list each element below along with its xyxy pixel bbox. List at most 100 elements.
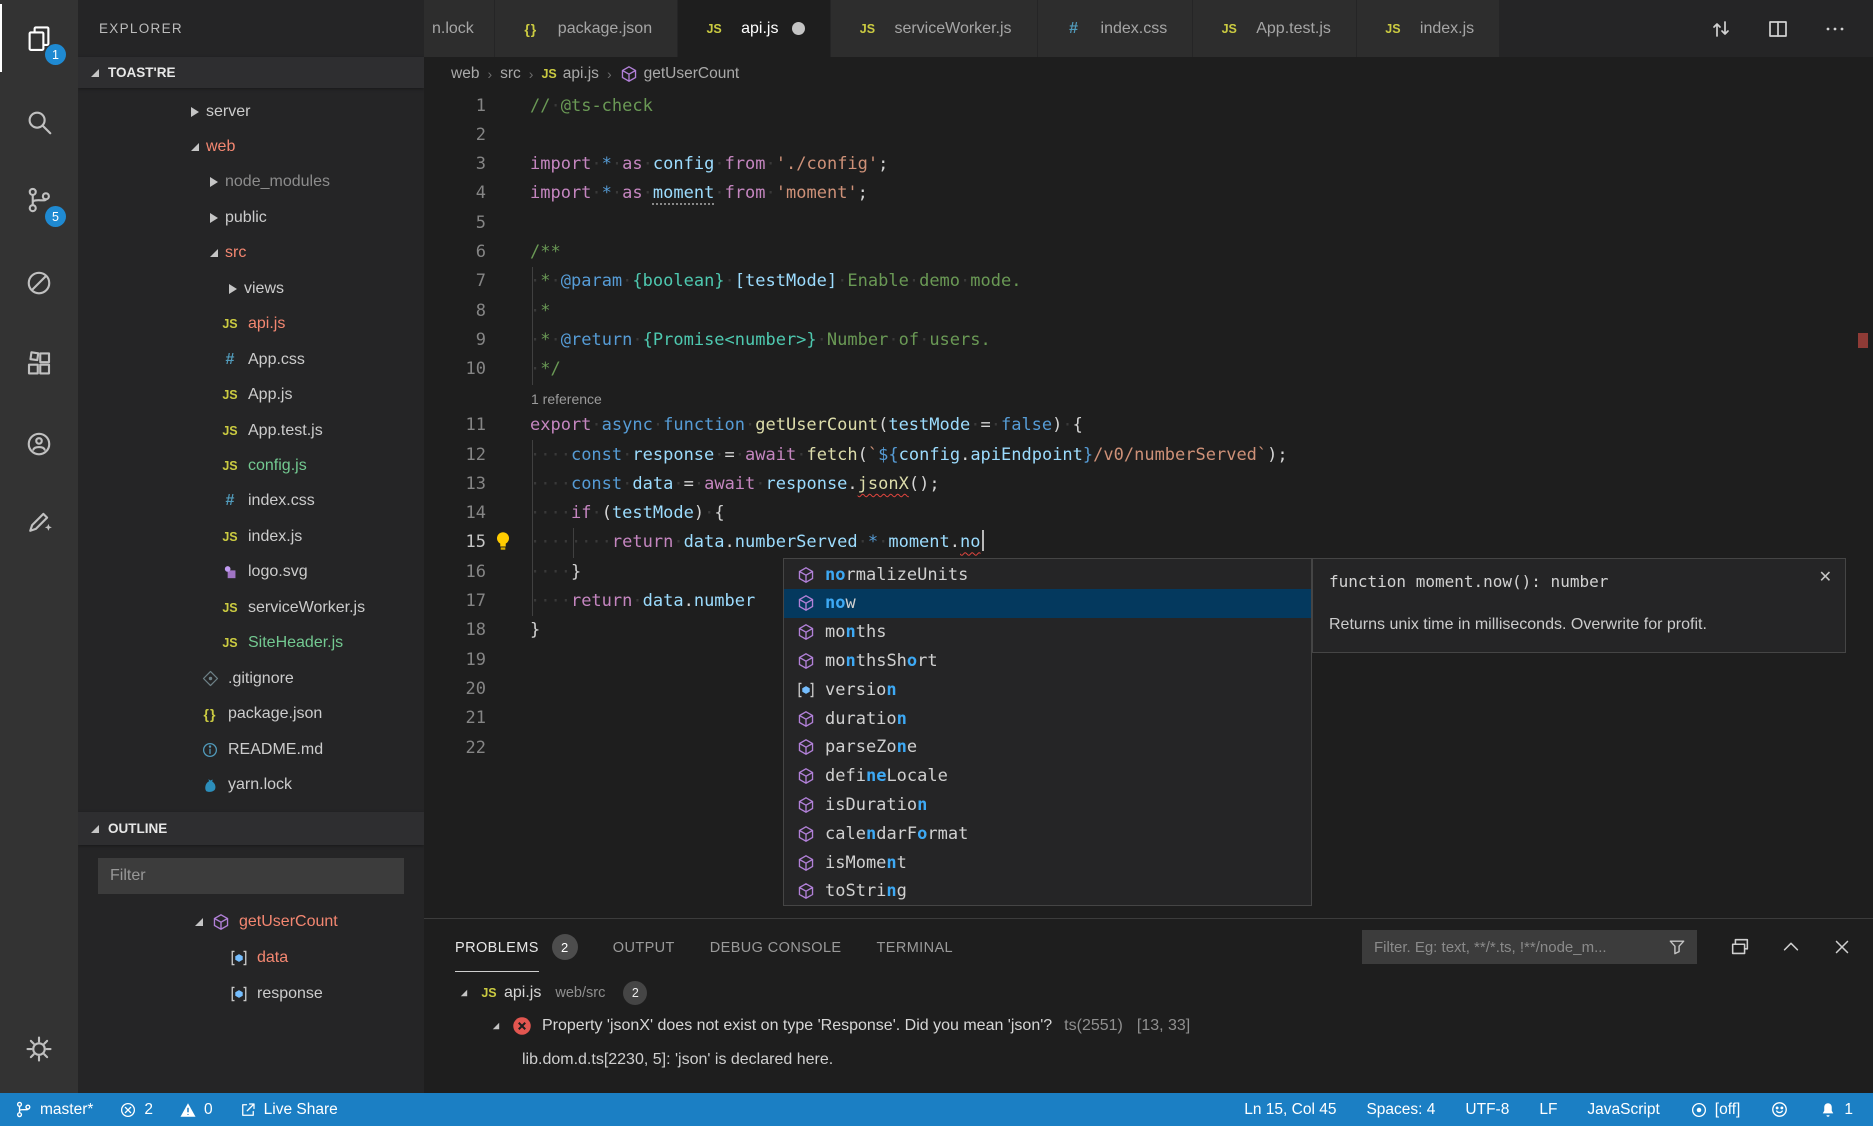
activity-item-source-control[interactable]: 5 [0, 166, 78, 234]
line-number[interactable]: 3 [426, 150, 486, 179]
open-editor-icon[interactable] [1729, 936, 1751, 958]
sidebar-item-App.css[interactable]: #App.css [78, 342, 424, 377]
more-icon[interactable] [1823, 17, 1847, 41]
chevron-up-icon[interactable] [1780, 936, 1802, 958]
line-number[interactable]: 2 [426, 121, 486, 150]
breadcrumb-item-api.js[interactable]: JSapi.js [541, 65, 598, 83]
suggestion-version[interactable]: version [784, 675, 1311, 704]
outline-item-response[interactable]: response [78, 976, 424, 1012]
line-number[interactable]: 5 [426, 209, 486, 238]
close-icon[interactable] [1831, 936, 1853, 958]
sidebar-item-SiteHeader.js[interactable]: JSSiteHeader.jsU [78, 626, 424, 661]
panel-tab-problems[interactable]: PROBLEMS2 [455, 919, 578, 975]
line-number[interactable]: 13 [426, 470, 486, 499]
line-number[interactable]: 1 [426, 92, 486, 121]
status-git-branch[interactable]: master* [14, 1100, 93, 1119]
breadcrumb-item-getUserCount[interactable]: getUserCount [620, 65, 740, 83]
line-number[interactable]: 17 [426, 587, 486, 616]
sidebar-item-yarn.lock[interactable]: yarn.lock [78, 768, 424, 803]
line-number[interactable]: 18 [426, 616, 486, 645]
problem-file-row[interactable]: JSapi.jsweb/src2 [424, 976, 1873, 1009]
sidebar-item-api.js[interactable]: JSapi.js2, U [78, 307, 424, 342]
sidebar-item-src[interactable]: src [78, 236, 424, 271]
activity-item-debug[interactable] [0, 249, 78, 317]
sidebar-item-App.js[interactable]: JSApp.js [78, 378, 424, 413]
sidebar-item-server[interactable]: server [78, 94, 424, 129]
outline-filter-input[interactable] [98, 858, 404, 894]
activity-item-settings[interactable] [0, 1015, 78, 1083]
suggestion-now[interactable]: now [784, 589, 1311, 618]
tab-index.css[interactable]: #index.css [1038, 0, 1193, 57]
line-number[interactable]: 12 [426, 441, 486, 470]
sidebar-item-node-modules[interactable]: node_modules [78, 165, 424, 200]
line-number[interactable]: 4 [426, 179, 486, 208]
activity-item-edit-tools[interactable] [0, 488, 78, 556]
outline-item-getUserCount[interactable]: getUserCount1 [78, 904, 424, 940]
status-cursor-position[interactable]: Ln 15, Col 45 [1244, 1101, 1336, 1119]
problems-filter-input[interactable] [1363, 939, 1667, 956]
sidebar-item-README.md[interactable]: README.md [78, 732, 424, 767]
sidebar-item-index.js[interactable]: JSindex.js [78, 519, 424, 554]
sidebar-item-web[interactable]: web [78, 129, 424, 164]
suggestion-monthsShort[interactable]: monthsShort [784, 646, 1311, 675]
status-feedback[interactable] [1770, 1100, 1789, 1119]
line-number[interactable]: 9 [426, 326, 486, 355]
outline-item-data[interactable]: data1 [78, 940, 424, 976]
codelens-references[interactable]: 1 reference [531, 386, 602, 412]
activity-item-search[interactable] [0, 88, 78, 156]
tab-api.js[interactable]: JSapi.js [678, 0, 830, 57]
tab-package.json[interactable]: {}package.json [495, 0, 677, 57]
line-number[interactable]: 10 [426, 355, 486, 384]
sidebar-item-public[interactable]: public [78, 200, 424, 235]
line-number[interactable]: 19 [426, 646, 486, 675]
close-icon[interactable]: ✕ [1819, 567, 1832, 587]
status-language-mode[interactable]: JavaScript [1587, 1101, 1659, 1119]
status-screencast[interactable]: [off] [1690, 1101, 1741, 1119]
suggestion-isDuration[interactable]: isDuration [784, 790, 1311, 819]
sidebar-item-config.js[interactable]: JSconfig.jsU [78, 449, 424, 484]
panel-tab-debug-console[interactable]: DEBUG CONSOLE [710, 919, 842, 975]
line-number[interactable]: 11 [426, 411, 486, 440]
section-header-outline[interactable]: OUTLINE [78, 812, 424, 845]
suggestion-isMoment[interactable]: isMoment [784, 848, 1311, 877]
status-indentation[interactable]: Spaces: 4 [1366, 1101, 1435, 1119]
section-header-project[interactable]: TOAST'RE [78, 57, 424, 88]
line-number[interactable]: 7 [426, 267, 486, 296]
line-number[interactable]: 20 [426, 675, 486, 704]
problem-error-row[interactable]: Property 'jsonX' does not exist on type … [424, 1009, 1873, 1043]
sidebar-item-views[interactable]: views [78, 271, 424, 306]
suggestion-normalizeUnits[interactable]: normalizeUnits [784, 560, 1311, 589]
lightbulb-icon[interactable] [492, 530, 514, 552]
activity-item-explorer[interactable]: 1 [0, 4, 78, 72]
sidebar-item-App.test.js[interactable]: JSApp.test.js [78, 413, 424, 448]
line-number[interactable]: 14 [426, 499, 486, 528]
open-changes-icon[interactable] [1709, 17, 1733, 41]
line-number[interactable]: 21 [426, 704, 486, 733]
status-notifications[interactable]: 1 [1819, 1101, 1853, 1119]
sidebar-item-serviceWorker.js[interactable]: JSserviceWorker.js [78, 590, 424, 625]
status-warning-count[interactable]: 0 [179, 1101, 213, 1119]
suggestion-calendarFormat[interactable]: calendarFormat [784, 819, 1311, 848]
sidebar-item-logo.svg[interactable]: logo.svg [78, 555, 424, 590]
breadcrumb-item-web[interactable]: web [451, 65, 479, 83]
problem-related-row[interactable]: lib.dom.d.ts[2230, 5]: 'json' is declare… [424, 1043, 1873, 1077]
sidebar-item-index.css[interactable]: #index.css [78, 484, 424, 519]
tab-serviceWorker.js[interactable]: JSserviceWorker.js [831, 0, 1036, 57]
status-encoding[interactable]: UTF-8 [1465, 1101, 1509, 1119]
breadcrumb-item-src[interactable]: src [500, 65, 521, 83]
line-number[interactable]: 8 [426, 297, 486, 326]
line-number[interactable]: 6 [426, 238, 486, 267]
sidebar-item-.gitignore[interactable]: .gitignore [78, 661, 424, 696]
line-number[interactable]: 15 [426, 528, 486, 557]
suggestion-duration[interactable]: duration [784, 704, 1311, 733]
line-number[interactable]: 16 [426, 558, 486, 587]
suggestion-months[interactable]: months [784, 618, 1311, 647]
panel-tab-terminal[interactable]: TERMINAL [877, 919, 954, 975]
sidebar-item-package.json[interactable]: {}package.json [78, 697, 424, 732]
suggestion-toString[interactable]: toString [784, 877, 1311, 906]
dirty-dot-icon[interactable] [792, 22, 805, 35]
activity-item-extensions[interactable] [0, 330, 78, 398]
status-live-share[interactable]: Live Share [239, 1101, 338, 1119]
activity-item-live-share[interactable] [0, 410, 78, 478]
panel-tab-output[interactable]: OUTPUT [613, 919, 675, 975]
